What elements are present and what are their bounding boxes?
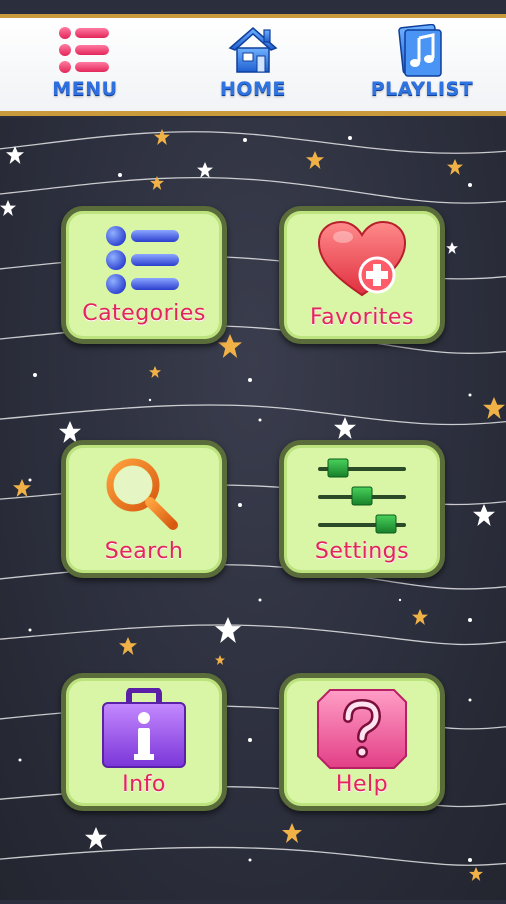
nav-menu-label: MENU (52, 78, 118, 100)
heart-plus-icon (315, 219, 409, 305)
info-button[interactable]: Info (61, 673, 227, 811)
nav-playlist-button[interactable]: PLAYLIST (360, 20, 484, 108)
menu-list-icon (57, 24, 113, 80)
magnifier-search-icon (101, 455, 187, 539)
question-mark-help-icon (316, 688, 408, 774)
nav-home-label: HOME (220, 78, 286, 100)
info-briefcase-icon (99, 687, 189, 774)
house-icon (224, 24, 282, 80)
search-label: Search (104, 539, 184, 564)
favorites-label: Favorites (310, 305, 414, 330)
nav-playlist-label: PLAYLIST (370, 78, 474, 100)
settings-button[interactable]: Settings (279, 440, 445, 578)
help-button[interactable]: Help (279, 673, 445, 811)
help-label: Help (335, 772, 389, 797)
settings-label: Settings (314, 539, 410, 564)
sliders-settings-icon (314, 455, 410, 539)
music-note-playlist-icon (397, 23, 447, 82)
top-navigation-bar: MENU HOME PLAYLIST (0, 0, 506, 118)
info-label: Info (122, 772, 166, 797)
nav-home-button[interactable]: HOME (198, 20, 308, 108)
nav-menu-button[interactable]: MENU (30, 20, 140, 108)
search-button[interactable]: Search (61, 440, 227, 578)
categories-label: Categories (82, 301, 206, 326)
favorites-button[interactable]: Favorites (279, 206, 445, 344)
list-icon (105, 225, 183, 299)
categories-button[interactable]: Categories (61, 206, 227, 344)
